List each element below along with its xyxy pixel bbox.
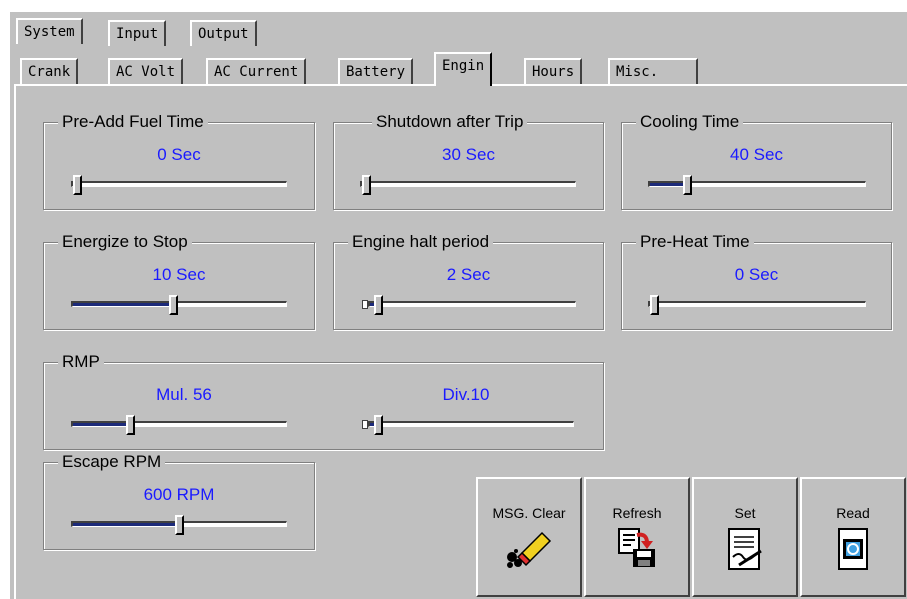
slider-thumb[interactable] (374, 295, 383, 315)
tab-engin[interactable]: Engin (434, 52, 493, 86)
pre-add-fuel-slider[interactable] (71, 175, 287, 195)
value-label: 40 Sec (730, 145, 783, 164)
shutdown-after-trip-slider[interactable] (360, 175, 576, 195)
pre-heat-time-slider[interactable] (648, 295, 866, 315)
slider-fill (650, 183, 685, 186)
value-label: 0 Sec (734, 265, 779, 284)
tab-ac-current[interactable]: AC Current (206, 58, 307, 84)
slider-fill (73, 423, 128, 426)
slider-thumb[interactable] (73, 175, 82, 195)
cooling-time-slider[interactable] (648, 175, 866, 195)
tab-output[interactable]: Output (190, 20, 257, 46)
tab-hours[interactable]: Hours (524, 58, 583, 84)
slider-thumb[interactable] (126, 415, 135, 435)
refresh-disk-icon (618, 528, 655, 567)
value-label: 10 Sec (152, 265, 206, 284)
read-button[interactable]: Read (800, 477, 906, 597)
eraser-icon (507, 531, 552, 568)
rmp-mul-slider[interactable] (71, 415, 287, 435)
tab-misc[interactable]: Misc. (608, 58, 698, 84)
slider-thumb[interactable] (362, 175, 371, 195)
slider-thumb[interactable] (374, 415, 383, 435)
group-title: RMP (58, 352, 104, 372)
value-label: 0 Sec (157, 145, 201, 164)
tab-battery[interactable]: Battery (338, 58, 414, 84)
read-label: Read (836, 505, 870, 521)
document-pen-icon (728, 528, 762, 570)
value-label: 30 Sec (442, 145, 495, 164)
document-magnifier-icon (838, 528, 868, 570)
slider-fill (73, 523, 177, 526)
slider-thumb[interactable] (169, 295, 178, 315)
group-cooling-time: Cooling Time 40 Sec (621, 112, 892, 210)
tab-crank[interactable]: Crank (20, 58, 79, 84)
rmp-div-slider[interactable] (362, 415, 574, 435)
group-shutdown-after-trip: Shutdown after Trip 30 Sec (333, 112, 604, 210)
group-title: Pre-Add Fuel Time (58, 112, 208, 132)
group-title: Pre-Heat Time (636, 232, 754, 252)
msg-clear-button[interactable]: MSG. Clear (476, 477, 582, 597)
group-escape-rpm: Escape RPM 600 RPM (43, 452, 315, 550)
group-title: Cooling Time (636, 112, 744, 132)
slider-left-stop (362, 300, 368, 309)
slider-thumb[interactable] (175, 515, 184, 535)
energize-to-stop-slider[interactable] (71, 295, 287, 315)
tab-ac-volt[interactable]: AC Volt (108, 58, 184, 84)
group-pre-add-fuel-time: Pre-Add Fuel Time 0 Sec (43, 112, 315, 210)
value-label: 2 Sec (446, 265, 491, 284)
engine-halt-period-slider[interactable] (362, 295, 576, 315)
group-rmp: RMP Mul. 56 Div.10 (43, 352, 604, 450)
escape-rpm-slider[interactable] (71, 515, 287, 535)
group-title: Escape RPM (58, 452, 166, 472)
tab-input[interactable]: Input (108, 20, 167, 46)
group-title: Shutdown after Trip (372, 112, 528, 132)
group-energize-to-stop: Energize to Stop 10 Sec (43, 232, 315, 330)
set-label: Set (734, 505, 756, 521)
group-title: Engine halt period (348, 232, 494, 252)
group-title: Energize to Stop (58, 232, 192, 252)
refresh-label: Refresh (612, 505, 662, 521)
value-label: 600 RPM (143, 485, 215, 504)
msg-clear-label: MSG. Clear (492, 505, 566, 521)
group-engine-halt-period: Engine halt period 2 Sec (333, 232, 604, 330)
slider-left-stop (362, 420, 368, 429)
slider-thumb[interactable] (683, 175, 692, 195)
slider-fill (73, 303, 171, 306)
rmp-mul-value: Mul. 56 (156, 385, 212, 404)
group-pre-heat-time: Pre-Heat Time 0 Sec (621, 232, 892, 330)
rmp-div-value: Div.10 (442, 385, 490, 404)
tab-system[interactable]: System (16, 18, 83, 44)
refresh-button[interactable]: Refresh (584, 477, 690, 597)
slider-thumb[interactable] (650, 295, 659, 315)
set-button[interactable]: Set (692, 477, 798, 597)
